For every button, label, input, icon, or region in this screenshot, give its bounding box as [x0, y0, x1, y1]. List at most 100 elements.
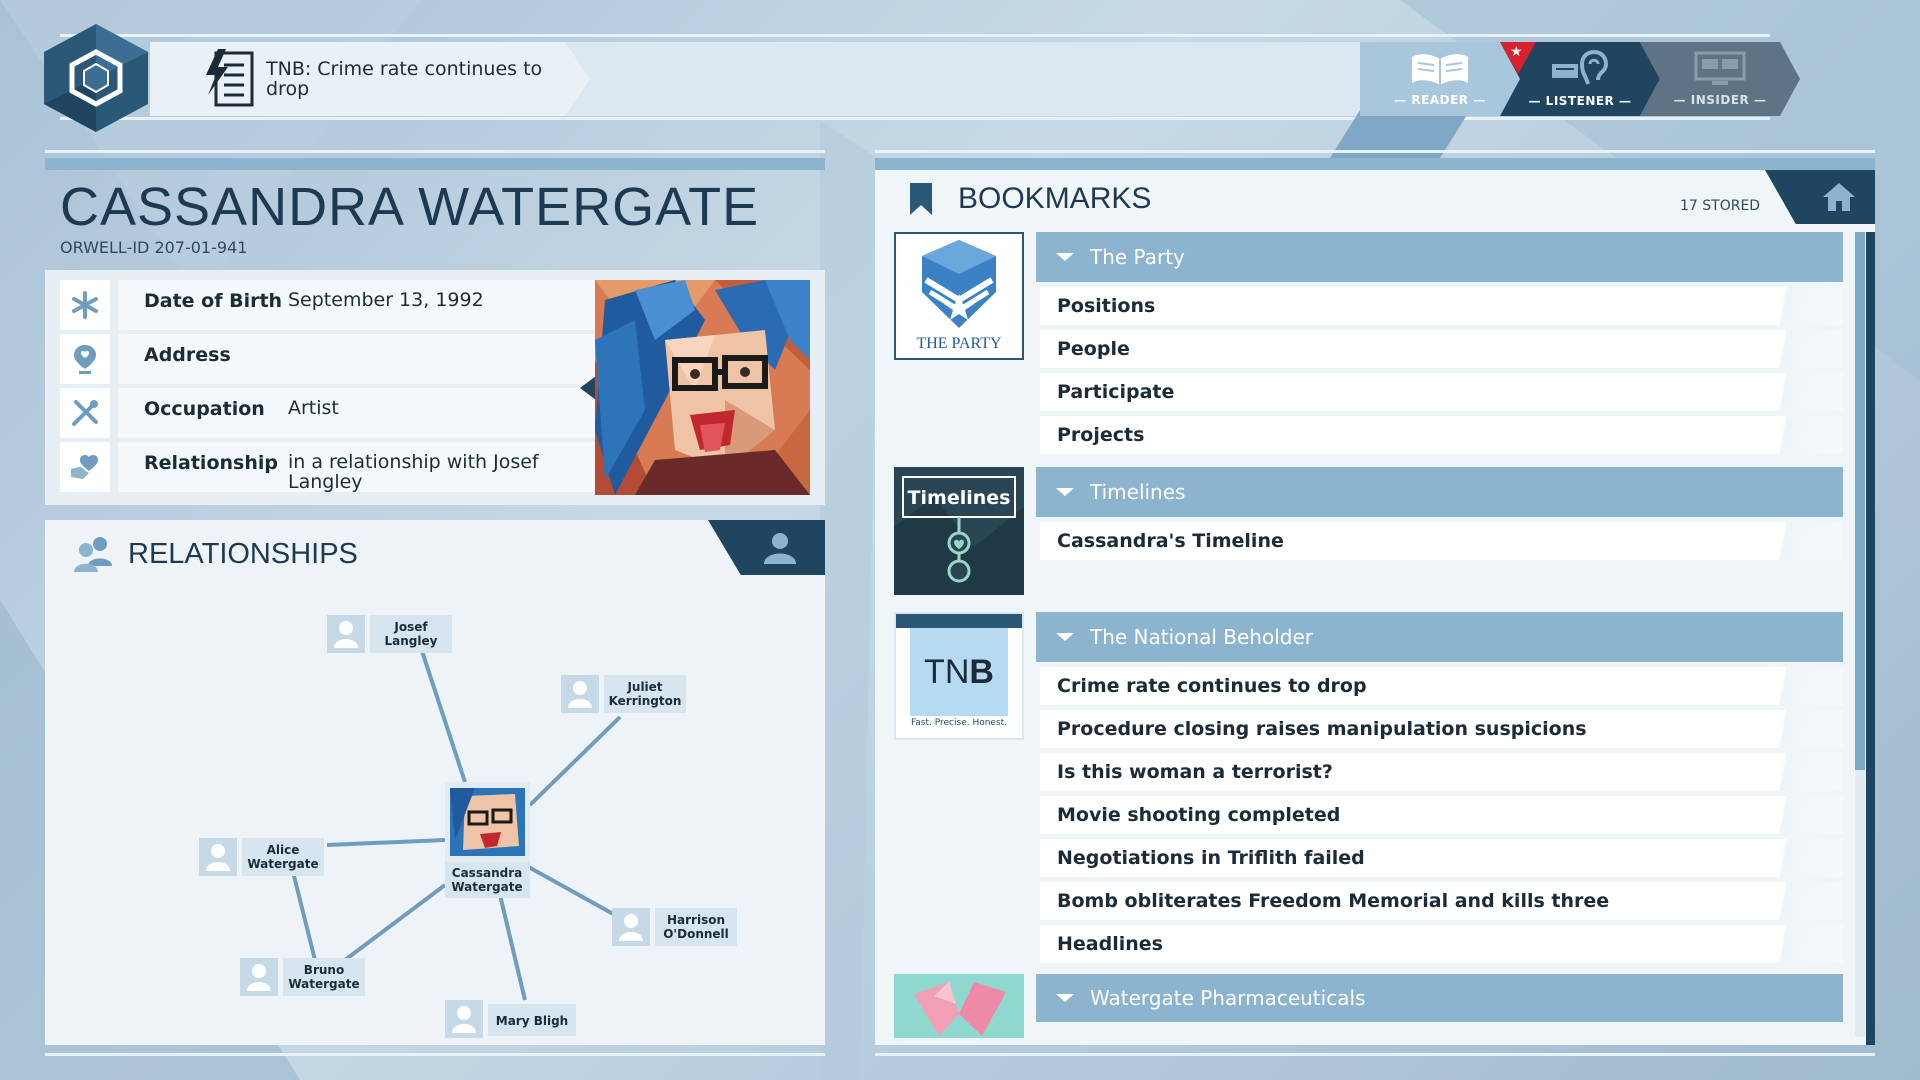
- bookmark-entry[interactable]: Movie shooting completed: [1040, 796, 1843, 834]
- edge-juliet: [528, 715, 622, 807]
- bookmark-entry[interactable]: Bomb obliterates Freedom Memorial and ki…: [1040, 882, 1843, 920]
- center-node[interactable]: Cassandra Watergate: [445, 782, 530, 898]
- orwell-id: ORWELL-ID 207-01-941: [60, 238, 248, 257]
- info-body: Relationship in a relationship with Jose…: [118, 442, 630, 492]
- news-headline: TNB: Crime rate continues to drop: [266, 58, 543, 100]
- group-title: Timelines: [1090, 480, 1186, 504]
- thumb-tnb[interactable]: TN B Fast. Precise. Honest.: [894, 612, 1024, 740]
- bookmark-entry[interactable]: Is this woman a terrorist?: [1040, 753, 1843, 791]
- heart-hand-icon: [60, 442, 110, 492]
- node-label: Watergate: [288, 977, 359, 991]
- node-label: Josef: [393, 620, 428, 634]
- collapse-triangle-icon: [1056, 488, 1074, 496]
- pill-graphic-icon: [894, 974, 1024, 1038]
- monitor-icon: [1694, 51, 1746, 85]
- group-header-watergate-pharmaceuticals[interactable]: Watergate Pharmaceuticals: [1036, 974, 1843, 1022]
- bookmark-entry[interactable]: Participate: [1040, 373, 1843, 411]
- info-body: Address: [118, 334, 630, 384]
- node-harrison-odonnell[interactable]: Harrison O'Donnell: [612, 908, 737, 946]
- mode-listener-button[interactable]: ★ — LISTENER —: [1500, 42, 1660, 116]
- node-juliet-kerrington[interactable]: Juliet Kerrington: [561, 675, 686, 713]
- group-title: The Party: [1090, 245, 1185, 269]
- info-value: September 13, 1992: [288, 289, 484, 311]
- node-label: Juliet: [626, 680, 662, 694]
- bookmarks-stored-count: 17 STORED: [1680, 198, 1761, 214]
- tools-icon: [60, 388, 110, 438]
- party-shield-logo-icon: THE PARTY: [916, 240, 1002, 352]
- bookmark-entry[interactable]: Positions: [1040, 287, 1843, 325]
- orwell-logo-icon: [44, 24, 148, 132]
- left-panel-frame: [45, 150, 825, 153]
- open-book-icon: [1412, 54, 1468, 85]
- right-panel-header-bar: [875, 158, 1875, 170]
- mode-switcher: — READER — ★ — LISTENER — — INSIDER —: [1360, 42, 1800, 116]
- thumb-the-party[interactable]: THE PARTY: [894, 232, 1024, 360]
- info-label: Occupation: [144, 398, 265, 420]
- tnb-logo-b: B: [969, 652, 994, 691]
- left-panel-bottom-line: [45, 1053, 825, 1056]
- info-label: Address: [144, 344, 231, 366]
- news-tab[interactable]: TNB: Crime rate continues to drop: [150, 42, 590, 116]
- bookmark-entry[interactable]: Headlines: [1040, 925, 1843, 963]
- group-header-the-national-beholder[interactable]: The National Beholder: [1036, 612, 1843, 662]
- info-body: Date of Birth September 13, 1992: [118, 280, 630, 330]
- tnb-logo-tn: TN: [924, 652, 970, 691]
- info-row-date-of-birth[interactable]: Date of Birth September 13, 1992: [60, 280, 630, 330]
- asterisk-icon: [60, 280, 110, 330]
- node-label: Kerrington: [609, 694, 682, 708]
- group-title: Watergate Pharmaceuticals: [1090, 986, 1366, 1010]
- timeline-graphic-icon: Timelines: [894, 476, 1024, 595]
- node-bruno-watergate[interactable]: Bruno Watergate: [240, 958, 365, 996]
- location-pin-icon: [60, 334, 110, 384]
- bookmark-icon: [910, 183, 932, 215]
- node-josef-langley[interactable]: Josef Langley: [327, 615, 452, 653]
- bookmark-entry[interactable]: Crime rate continues to drop: [1040, 667, 1843, 705]
- bookmarks-scrollbar-thumb[interactable]: [1855, 232, 1865, 770]
- mode-insider-label: — INSIDER —: [1673, 93, 1767, 107]
- group-header-the-party[interactable]: The Party: [1036, 232, 1843, 282]
- bookmark-entry[interactable]: Projects: [1040, 416, 1843, 454]
- node-label: Alice: [267, 843, 300, 857]
- left-panel-header-bar: [45, 158, 825, 170]
- edge-josef: [418, 644, 467, 783]
- tnb-logo: TN B: [910, 628, 1008, 716]
- node-mary-bligh[interactable]: Mary Bligh: [445, 1000, 576, 1038]
- info-row-occupation[interactable]: Occupation Artist: [60, 388, 630, 438]
- timelines-thumb-label: Timelines: [908, 487, 1011, 509]
- info-row-address[interactable]: Address: [60, 334, 630, 384]
- thumb-watergate-pharmaceuticals[interactable]: [894, 974, 1024, 1038]
- node-label: Watergate: [451, 880, 522, 894]
- collapse-triangle-icon: [1056, 253, 1074, 261]
- info-body: Occupation Artist: [118, 388, 630, 438]
- person-name: CASSANDRA WATERGATE: [60, 177, 760, 237]
- listener-ear-icon: [1552, 50, 1609, 85]
- node-label: O'Donnell: [663, 927, 729, 941]
- edge-harrison: [524, 863, 616, 917]
- mode-reader-button[interactable]: — READER —: [1360, 42, 1520, 116]
- edge-alice: [326, 838, 446, 847]
- info-value: [288, 344, 618, 384]
- news-document-icon: [206, 49, 254, 107]
- bookmark-entry[interactable]: People: [1040, 330, 1843, 368]
- mode-listener-label: — LISTENER —: [1528, 94, 1632, 108]
- info-row-relationship[interactable]: Relationship in a relationship with Jose…: [60, 442, 630, 492]
- bookmark-entry[interactable]: Negotiations in Triflith failed: [1040, 839, 1843, 877]
- bookmarks-header: BOOKMARKS: [908, 182, 1151, 216]
- group-title: The National Beholder: [1090, 625, 1313, 649]
- relationship-graph: Cassandra Watergate Josef Langley Juliet…: [199, 615, 737, 1038]
- bookmark-entry[interactable]: Cassandra's Timeline: [1040, 522, 1843, 560]
- node-alice-watergate[interactable]: Alice Watergate: [199, 838, 324, 876]
- collapse-triangle-icon: [1056, 633, 1074, 641]
- mode-insider-button[interactable]: — INSIDER —: [1640, 42, 1800, 116]
- bookmark-entry[interactable]: Procedure closing raises manipulation su…: [1040, 710, 1843, 748]
- tnb-tagline: Fast. Precise. Honest.: [910, 718, 1008, 728]
- edge-mary: [498, 894, 527, 1001]
- info-label: Date of Birth: [144, 290, 283, 312]
- party-thumb-label: THE PARTY: [916, 335, 1002, 352]
- thumb-timelines[interactable]: Timelines: [894, 467, 1024, 595]
- edge-bruno: [343, 883, 447, 962]
- group-header-timelines[interactable]: Timelines: [1036, 467, 1843, 517]
- node-label: Bruno: [304, 963, 344, 977]
- profile-portrait[interactable]: [595, 280, 810, 495]
- bookmarks-panel-edge: [1866, 232, 1875, 1045]
